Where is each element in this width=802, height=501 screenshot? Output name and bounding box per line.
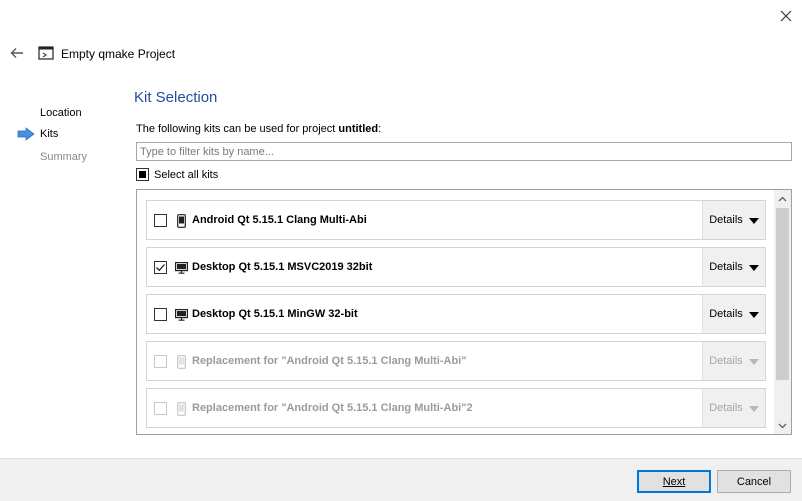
details-label: Details <box>709 308 743 320</box>
chevron-down-icon <box>748 217 759 224</box>
kit-checkbox[interactable] <box>154 214 167 227</box>
desktop-monitor-icon <box>174 260 188 275</box>
chevron-up-icon <box>778 196 787 201</box>
kit-name: Desktop Qt 5.15.1 MinGW 32-bit <box>192 308 358 320</box>
step-location: Location <box>40 107 82 119</box>
intro-prefix: The following kits can be used for proje… <box>136 123 339 135</box>
select-all-label: Select all kits <box>154 168 219 181</box>
wizard-title: Empty qmake Project <box>61 47 176 61</box>
kit-details-button[interactable]: Details <box>702 201 765 239</box>
close-button[interactable] <box>772 4 800 28</box>
project-name: untitled <box>338 123 379 135</box>
kit-details-button[interactable]: Details <box>702 389 765 427</box>
kit-name: Replacement for "Android Qt 5.15.1 Clang… <box>192 402 473 414</box>
scrollbar-thumb[interactable] <box>776 208 789 380</box>
kit-details-button[interactable]: Details <box>702 295 765 333</box>
kit-checkbox[interactable] <box>154 355 167 368</box>
select-all-kits-checkbox[interactable]: Select all kits <box>136 168 218 181</box>
step-kits: Kits <box>40 128 59 140</box>
intro-suffix: : <box>378 123 382 135</box>
intro-text: The following kits can be used for proje… <box>136 123 381 135</box>
kit-row: Replacement for "Android Qt 5.15.1 Clang… <box>146 388 766 428</box>
next-button[interactable]: Next <box>637 470 711 493</box>
kit-row: Replacement for "Android Qt 5.15.1 Clang… <box>146 341 766 381</box>
cancel-label: Cancel <box>736 475 772 488</box>
step-summary: Summary <box>40 151 88 163</box>
details-label: Details <box>709 402 743 414</box>
kit-row: Desktop Qt 5.15.1 MSVC2019 32bit Details <box>146 247 766 287</box>
kit-filter-input[interactable] <box>136 142 792 161</box>
scroll-up-button[interactable] <box>774 190 791 207</box>
details-label: Details <box>709 261 743 273</box>
kit-checkbox[interactable] <box>154 308 167 321</box>
next-label: Next <box>662 475 686 488</box>
chevron-down-icon <box>748 311 759 318</box>
kit-name: Replacement for "Android Qt 5.15.1 Clang… <box>192 355 467 367</box>
scroll-down-button[interactable] <box>774 417 791 434</box>
android-phone-icon <box>174 401 188 416</box>
details-label: Details <box>709 355 743 367</box>
back-button[interactable] <box>6 43 28 63</box>
kit-list-scrollbar[interactable] <box>774 190 791 434</box>
chevron-down-icon <box>778 423 787 428</box>
kit-name: Desktop Qt 5.15.1 MSVC2019 32bit <box>192 261 373 273</box>
android-phone-icon <box>174 354 188 369</box>
desktop-monitor-icon <box>174 307 188 322</box>
project-wizard-icon <box>38 46 54 60</box>
close-icon <box>780 10 792 22</box>
kit-name: Android Qt 5.15.1 Clang Multi-Abi <box>192 214 367 226</box>
chevron-down-icon <box>748 358 759 365</box>
kit-details-button[interactable]: Details <box>702 248 765 286</box>
kit-checkbox[interactable] <box>154 261 167 274</box>
details-label: Details <box>709 214 743 226</box>
back-arrow-icon <box>10 48 23 58</box>
kit-details-button[interactable]: Details <box>702 342 765 380</box>
kit-row: Desktop Qt 5.15.1 MinGW 32-bit Details <box>146 294 766 334</box>
select-all-checkbox-box[interactable] <box>136 168 149 181</box>
current-step-arrow-icon <box>17 127 35 141</box>
kit-row: Android Qt 5.15.1 Clang Multi-Abi Detail… <box>146 200 766 240</box>
chevron-down-icon <box>748 264 759 271</box>
kit-list: Android Qt 5.15.1 Clang Multi-Abi Detail… <box>136 189 792 435</box>
page-title: Kit Selection <box>134 89 218 106</box>
checkmark-icon <box>156 264 165 272</box>
android-phone-icon <box>174 213 188 228</box>
chevron-down-icon <box>748 405 759 412</box>
kit-checkbox[interactable] <box>154 402 167 415</box>
cancel-button[interactable]: Cancel <box>717 470 791 493</box>
wizard-footer: Next Cancel <box>0 458 802 501</box>
